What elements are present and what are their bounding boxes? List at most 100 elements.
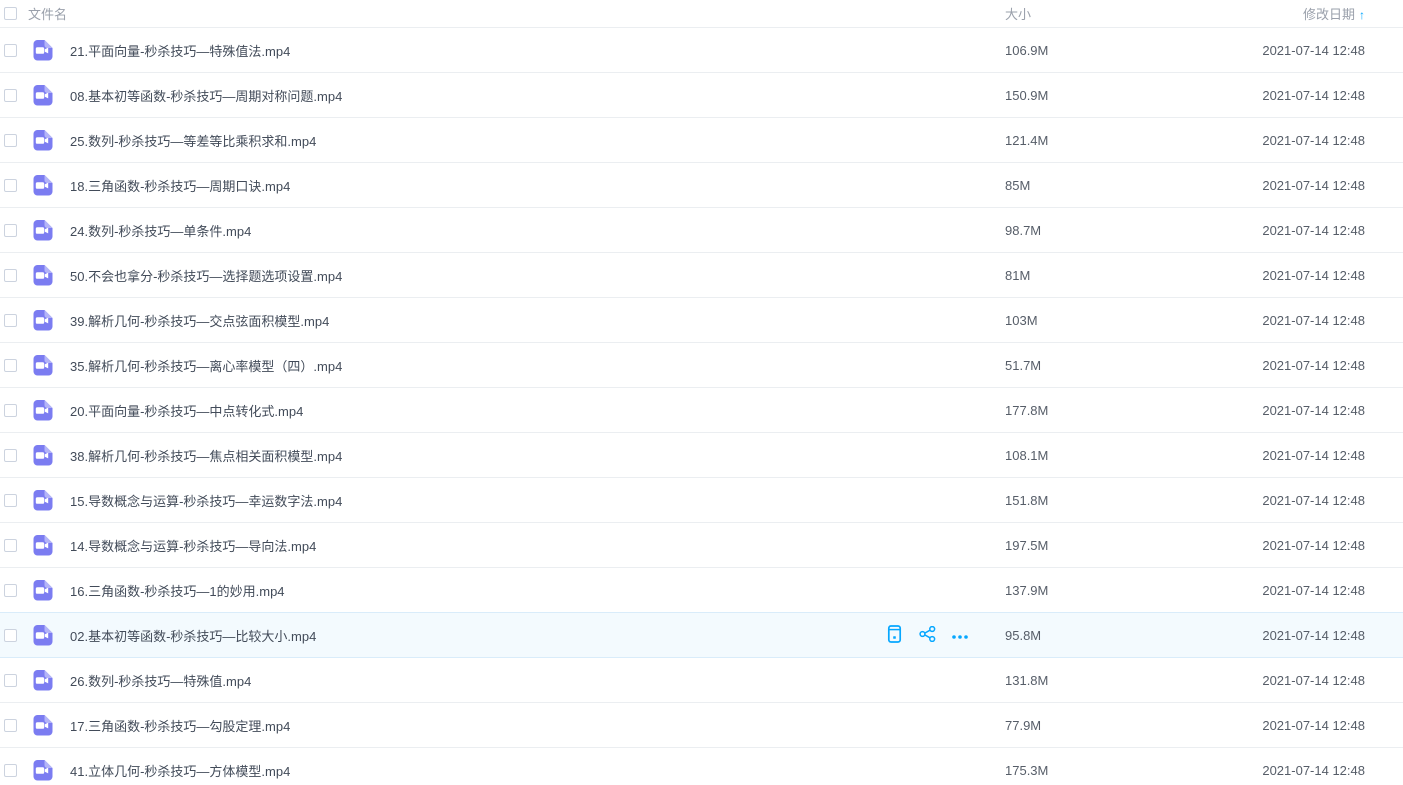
- file-row[interactable]: 35.解析几何-秒杀技巧—离心率模型（四）.mp4: [0, 343, 1403, 388]
- ellipsis-icon: [951, 628, 969, 643]
- file-row[interactable]: 20.平面向量-秒杀技巧—中点转化式.mp4: [0, 388, 1403, 433]
- file-row[interactable]: 25.数列-秒杀技巧—等差等比乘积求和.mp4: [0, 118, 1403, 163]
- file-name[interactable]: 08.基本初等函数-秒杀技巧—周期对称问题.mp4: [70, 86, 885, 105]
- column-header-filename[interactable]: 文件名: [28, 4, 67, 23]
- column-header-size[interactable]: 大小: [995, 4, 1145, 23]
- file-row[interactable]: 26.数列-秒杀技巧—特殊值.mp4: [0, 658, 1403, 703]
- row-checkbox[interactable]: [4, 89, 17, 102]
- send-to-device-button[interactable]: [885, 626, 903, 644]
- file-date: 2021-07-14 12:48: [1145, 493, 1403, 508]
- more-button[interactable]: [951, 626, 969, 644]
- video-file-icon: [31, 759, 53, 781]
- file-date: 2021-07-14 12:48: [1145, 268, 1403, 283]
- row-checkbox[interactable]: [4, 494, 17, 507]
- list-header: 文件名 大小 修改日期 ↑: [0, 0, 1403, 28]
- row-checkbox[interactable]: [4, 584, 17, 597]
- file-size: 108.1M: [995, 448, 1145, 463]
- file-name[interactable]: 26.数列-秒杀技巧—特殊值.mp4: [70, 671, 885, 690]
- file-row[interactable]: 14.导数概念与运算-秒杀技巧—导向法.mp4: [0, 523, 1403, 568]
- share-button[interactable]: [918, 626, 936, 644]
- file-name[interactable]: 21.平面向量-秒杀技巧—特殊值法.mp4: [70, 41, 885, 60]
- file-size: 151.8M: [995, 493, 1145, 508]
- column-header-date-label: 修改日期: [1303, 7, 1355, 22]
- file-row[interactable]: 15.导数概念与运算-秒杀技巧—幸运数字法.mp4: [0, 478, 1403, 523]
- file-row[interactable]: 08.基本初等函数-秒杀技巧—周期对称问题.mp4: [0, 73, 1403, 118]
- video-file-icon: [31, 669, 53, 691]
- video-file-icon: [31, 534, 53, 556]
- file-row[interactable]: 02.基本初等函数-秒杀技巧—比较大小.mp4: [0, 613, 1403, 658]
- file-name[interactable]: 38.解析几何-秒杀技巧—焦点相关面积模型.mp4: [70, 446, 885, 465]
- file-row[interactable]: 18.三角函数-秒杀技巧—周期口诀.mp4: [0, 163, 1403, 208]
- row-checkbox[interactable]: [4, 674, 17, 687]
- file-size: 175.3M: [995, 763, 1145, 778]
- row-checkbox[interactable]: [4, 539, 17, 552]
- row-checkbox[interactable]: [4, 44, 17, 57]
- file-date: 2021-07-14 12:48: [1145, 673, 1403, 688]
- video-file-icon: [31, 309, 53, 331]
- file-date: 2021-07-14 12:48: [1145, 358, 1403, 373]
- video-file-icon: [31, 354, 53, 376]
- row-checkbox[interactable]: [4, 314, 17, 327]
- file-size: 121.4M: [995, 133, 1145, 148]
- file-row[interactable]: 16.三角函数-秒杀技巧—1的妙用.mp4: [0, 568, 1403, 613]
- file-date: 2021-07-14 12:48: [1145, 88, 1403, 103]
- file-name[interactable]: 50.不会也拿分-秒杀技巧—选择题选项设置.mp4: [70, 266, 885, 285]
- file-size: 77.9M: [995, 718, 1145, 733]
- phone-icon: [887, 625, 902, 646]
- file-name[interactable]: 14.导数概念与运算-秒杀技巧—导向法.mp4: [70, 536, 885, 555]
- file-name[interactable]: 25.数列-秒杀技巧—等差等比乘积求和.mp4: [70, 131, 885, 150]
- file-name[interactable]: 02.基本初等函数-秒杀技巧—比较大小.mp4: [70, 626, 885, 645]
- file-date: 2021-07-14 12:48: [1145, 43, 1403, 58]
- row-checkbox[interactable]: [4, 764, 17, 777]
- file-size: 81M: [995, 268, 1145, 283]
- file-row[interactable]: 17.三角函数-秒杀技巧—勾股定理.mp4: [0, 703, 1403, 748]
- row-checkbox[interactable]: [4, 449, 17, 462]
- row-checkbox[interactable]: [4, 179, 17, 192]
- row-checkbox[interactable]: [4, 404, 17, 417]
- file-row[interactable]: 24.数列-秒杀技巧—单条件.mp4: [0, 208, 1403, 253]
- select-all-checkbox[interactable]: [4, 7, 17, 20]
- column-header-date[interactable]: 修改日期 ↑: [1145, 4, 1403, 23]
- file-name[interactable]: 17.三角函数-秒杀技巧—勾股定理.mp4: [70, 716, 885, 735]
- row-checkbox[interactable]: [4, 134, 17, 147]
- file-size: 177.8M: [995, 403, 1145, 418]
- file-row[interactable]: 38.解析几何-秒杀技巧—焦点相关面积模型.mp4: [0, 433, 1403, 478]
- file-size: 85M: [995, 178, 1145, 193]
- file-name[interactable]: 16.三角函数-秒杀技巧—1的妙用.mp4: [70, 581, 885, 600]
- sort-ascending-icon: ↑: [1359, 8, 1365, 22]
- file-date: 2021-07-14 12:48: [1145, 403, 1403, 418]
- row-actions: [885, 626, 985, 644]
- row-checkbox[interactable]: [4, 359, 17, 372]
- file-name[interactable]: 18.三角函数-秒杀技巧—周期口诀.mp4: [70, 176, 885, 195]
- file-size: 197.5M: [995, 538, 1145, 553]
- file-row[interactable]: 41.立体几何-秒杀技巧—方体模型.mp4: [0, 748, 1403, 785]
- file-date: 2021-07-14 12:48: [1145, 538, 1403, 553]
- row-checkbox[interactable]: [4, 629, 17, 642]
- video-file-icon: [31, 489, 53, 511]
- file-date: 2021-07-14 12:48: [1145, 718, 1403, 733]
- file-row[interactable]: 39.解析几何-秒杀技巧—交点弦面积模型.mp4: [0, 298, 1403, 343]
- row-checkbox[interactable]: [4, 224, 17, 237]
- file-size: 103M: [995, 313, 1145, 328]
- row-checkbox[interactable]: [4, 719, 17, 732]
- file-name[interactable]: 15.导数概念与运算-秒杀技巧—幸运数字法.mp4: [70, 491, 885, 510]
- video-file-icon: [31, 399, 53, 421]
- video-file-icon: [31, 84, 53, 106]
- file-name[interactable]: 20.平面向量-秒杀技巧—中点转化式.mp4: [70, 401, 885, 420]
- video-file-icon: [31, 129, 53, 151]
- file-name[interactable]: 41.立体几何-秒杀技巧—方体模型.mp4: [70, 761, 885, 780]
- share-nodes-icon: [919, 626, 936, 645]
- file-name[interactable]: 35.解析几何-秒杀技巧—离心率模型（四）.mp4: [70, 356, 885, 375]
- file-date: 2021-07-14 12:48: [1145, 223, 1403, 238]
- file-name[interactable]: 24.数列-秒杀技巧—单条件.mp4: [70, 221, 885, 240]
- file-size: 106.9M: [995, 43, 1145, 58]
- file-name[interactable]: 39.解析几何-秒杀技巧—交点弦面积模型.mp4: [70, 311, 885, 330]
- video-file-icon: [31, 174, 53, 196]
- row-checkbox[interactable]: [4, 269, 17, 282]
- file-row[interactable]: 50.不会也拿分-秒杀技巧—选择题选项设置.mp4: [0, 253, 1403, 298]
- file-date: 2021-07-14 12:48: [1145, 763, 1403, 778]
- file-size: 51.7M: [995, 358, 1145, 373]
- file-list: 21.平面向量-秒杀技巧—特殊值法.mp4: [0, 28, 1403, 785]
- file-row[interactable]: 21.平面向量-秒杀技巧—特殊值法.mp4: [0, 28, 1403, 73]
- video-file-icon: [31, 624, 53, 646]
